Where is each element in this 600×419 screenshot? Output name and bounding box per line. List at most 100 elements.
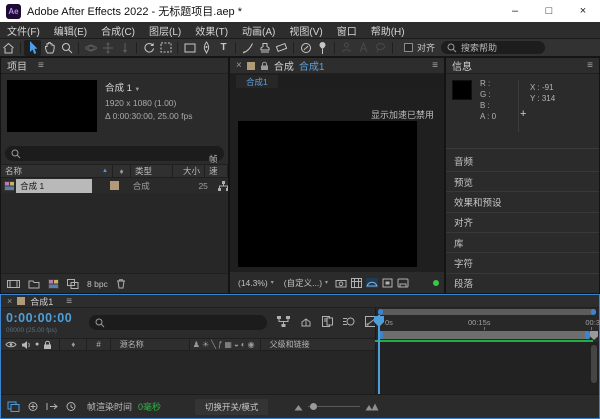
close-tab-icon[interactable]: × bbox=[7, 296, 12, 306]
time-ruler[interactable]: 0s 00:15s 00:3 bbox=[376, 316, 600, 329]
column-label[interactable]: ♦ bbox=[113, 165, 131, 177]
parent-link-column[interactable]: 父级和链接 bbox=[264, 339, 316, 350]
flyout-icon[interactable]: ▼ bbox=[134, 87, 140, 93]
region-of-interest-icon[interactable] bbox=[382, 278, 393, 288]
layer-list-empty-area[interactable] bbox=[1, 351, 375, 394]
label-column-icon[interactable]: ♦ bbox=[63, 340, 83, 349]
composition-panel-title[interactable]: 合成 bbox=[274, 58, 294, 73]
new-composition-icon[interactable] bbox=[48, 279, 59, 289]
toggle-switches-modes-button[interactable]: 切换开关/模式 bbox=[195, 399, 268, 415]
close-tab-icon[interactable]: × bbox=[236, 60, 242, 71]
row-comp-name[interactable]: 合成 1 bbox=[16, 179, 92, 193]
show-snapshot-icon[interactable] bbox=[351, 278, 362, 288]
current-timecode[interactable]: 0:00:00:00 bbox=[6, 311, 72, 325]
column-name[interactable]: 名称 ▲ bbox=[1, 165, 113, 177]
minimize-button[interactable]: – bbox=[498, 0, 532, 22]
panel-tab-character[interactable]: 字符 bbox=[446, 252, 599, 272]
panel-tab-paragraph[interactable]: 段落 bbox=[446, 273, 599, 293]
menu-edit[interactable]: 编辑(E) bbox=[47, 23, 94, 38]
audio-speaker-icon[interactable] bbox=[21, 340, 31, 350]
draft-3d-icon[interactable] bbox=[300, 316, 312, 327]
panel-tab-align[interactable]: 对齐 bbox=[446, 212, 599, 232]
project-search-input[interactable] bbox=[5, 146, 224, 161]
expand-in-out-panes-icon[interactable] bbox=[46, 401, 58, 412]
maximize-button[interactable]: □ bbox=[532, 0, 566, 22]
roto-brush-tool-icon[interactable] bbox=[297, 40, 314, 56]
orbit-camera-tool-icon[interactable] bbox=[82, 40, 99, 56]
panel-tab-effects-presets[interactable]: 效果和预设 bbox=[446, 191, 599, 211]
zoom-in-mountains-icon[interactable] bbox=[365, 402, 379, 411]
menu-animation[interactable]: 动画(A) bbox=[235, 23, 282, 38]
menu-layer[interactable]: 图层(L) bbox=[142, 23, 188, 38]
viewer-tab-comp1[interactable]: 合成1 bbox=[236, 75, 278, 88]
menu-file[interactable]: 文件(F) bbox=[0, 23, 47, 38]
work-area-bar[interactable] bbox=[378, 331, 590, 339]
close-button[interactable]: × bbox=[566, 0, 600, 22]
tab-info[interactable]: 信息 bbox=[452, 58, 472, 73]
timeline-vertical-scrollbar[interactable] bbox=[591, 345, 597, 383]
work-area-end-handle[interactable] bbox=[585, 331, 590, 339]
menu-composition[interactable]: 合成(C) bbox=[94, 23, 142, 38]
panel-tab-preview[interactable]: 预览 bbox=[446, 171, 599, 191]
clone-stamp-tool-icon[interactable] bbox=[256, 40, 273, 56]
hand-tool-icon[interactable] bbox=[41, 40, 58, 56]
layer-number-column[interactable]: # bbox=[90, 340, 106, 349]
project-list-empty-area[interactable] bbox=[1, 193, 228, 273]
pan-camera-tool-icon[interactable] bbox=[99, 40, 116, 56]
zoom-slider-handle[interactable] bbox=[310, 403, 317, 410]
trash-icon[interactable] bbox=[116, 278, 126, 289]
lock-icon[interactable] bbox=[43, 340, 52, 350]
frame-blending-icon[interactable] bbox=[322, 316, 333, 327]
expand-transfer-controls-icon[interactable] bbox=[27, 401, 39, 412]
timeline-horizontal-scrollbar[interactable] bbox=[378, 309, 596, 315]
character-mode-icon[interactable] bbox=[355, 40, 372, 56]
snap-checkbox[interactable] bbox=[404, 43, 413, 52]
panel-menu-icon[interactable]: ≡ bbox=[66, 296, 72, 307]
composition-frame[interactable] bbox=[238, 121, 417, 267]
shape-tool-icon[interactable] bbox=[181, 40, 198, 56]
source-name-column[interactable]: 源名称 bbox=[114, 339, 186, 350]
zoom-tool-icon[interactable] bbox=[58, 40, 75, 56]
comp-marker-bin-icon[interactable] bbox=[590, 331, 598, 340]
flowchart-node-icon[interactable] bbox=[218, 181, 228, 191]
project-bit-depth-button[interactable]: 8 bpc bbox=[87, 279, 108, 289]
track-area[interactable] bbox=[375, 342, 599, 394]
timeline-tab-comp1[interactable]: 合成1 bbox=[30, 295, 53, 308]
render-time-pane-icon[interactable] bbox=[65, 401, 77, 412]
panel-menu-icon[interactable]: ≡ bbox=[432, 60, 438, 71]
interpret-footage-icon[interactable] bbox=[7, 279, 20, 289]
resolution-dropdown[interactable]: (自定义...) ▾ bbox=[281, 276, 331, 290]
pen-tool-icon[interactable] bbox=[198, 40, 215, 56]
column-framerate[interactable]: 帧速率 bbox=[205, 165, 228, 177]
timeline-search-input[interactable] bbox=[89, 315, 267, 330]
magnification-dropdown[interactable]: (14.3%) ▾ bbox=[235, 277, 277, 289]
text-tool-icon[interactable]: T bbox=[215, 40, 232, 56]
composition-viewer[interactable]: 显示加速已禁用 bbox=[230, 88, 444, 271]
color-settings-icon[interactable] bbox=[67, 279, 79, 289]
menu-window[interactable]: 窗口 bbox=[330, 23, 364, 38]
puppet-pin-tool-icon[interactable] bbox=[314, 40, 331, 56]
menu-help[interactable]: 帮助(H) bbox=[364, 23, 412, 38]
selection-tool-icon[interactable] bbox=[24, 40, 41, 56]
zoom-out-mountain-icon[interactable] bbox=[294, 403, 303, 411]
row-label-swatch[interactable] bbox=[110, 181, 118, 190]
eraser-tool-icon[interactable] bbox=[273, 40, 290, 56]
solo-icon[interactable]: ● bbox=[35, 341, 39, 348]
rotation-tool-icon[interactable] bbox=[140, 40, 157, 56]
dolly-camera-tool-icon[interactable] bbox=[116, 40, 133, 56]
axis-mode-icon[interactable] bbox=[338, 40, 355, 56]
column-size[interactable]: 大小 bbox=[173, 165, 205, 177]
expand-layer-switches-icon[interactable] bbox=[7, 401, 20, 412]
panel-tab-libraries[interactable]: 库 bbox=[446, 232, 599, 252]
mask-visibility-icon[interactable] bbox=[397, 278, 409, 288]
new-folder-icon[interactable] bbox=[28, 279, 40, 289]
menu-view[interactable]: 视图(V) bbox=[282, 23, 329, 38]
transparency-grid-icon[interactable] bbox=[366, 278, 378, 288]
lasso-mode-icon[interactable] bbox=[372, 40, 389, 56]
snapshot-icon[interactable] bbox=[335, 278, 347, 288]
layer-switches-icons[interactable]: ♟☀╲ƒ▦◒◐◉ bbox=[193, 340, 257, 349]
pan-behind-tool-icon[interactable] bbox=[157, 40, 174, 56]
mini-flowchart-icon[interactable] bbox=[277, 316, 290, 327]
panel-menu-icon[interactable]: ≡ bbox=[587, 60, 593, 71]
motion-blur-icon[interactable] bbox=[343, 316, 355, 327]
